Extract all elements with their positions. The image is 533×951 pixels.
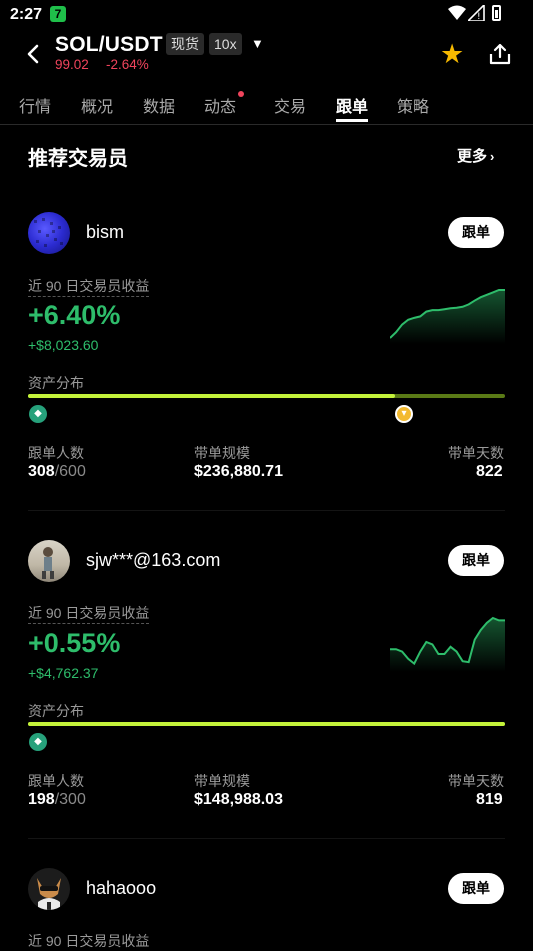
followers-max: /600 (54, 463, 86, 480)
pnl-amount: +$4,762.37 (28, 665, 99, 681)
tab-strategy[interactable]: 策略 (397, 93, 429, 117)
asset-distribution-label: 资产分布 (28, 375, 84, 391)
battery-icon (492, 5, 501, 21)
more-link[interactable]: 更多 › (457, 145, 494, 166)
asset-distribution-label: 资产分布 (28, 703, 84, 719)
pnl-percent: +6.40% (28, 300, 121, 330)
active-tab-indicator (336, 119, 368, 122)
tab-feed[interactable]: 动态 (204, 93, 236, 117)
aum-label: 带单规模 (194, 445, 250, 461)
pnl-label: 近 90 日交易员收益 (28, 603, 150, 624)
market-tabs: 行情 概况 数据 动态 交易 跟单 策略 (0, 88, 533, 125)
pnl-amount: +$8,023.60 (28, 337, 99, 353)
pnl-sparkline (390, 616, 505, 672)
followers-count: 198/300 (28, 791, 86, 809)
divider (28, 510, 505, 511)
status-bar: 2:27 7 ! (0, 0, 533, 30)
price-change: -2.64% (106, 57, 149, 72)
pnl-label: 近 90 日交易员收益 (28, 933, 150, 949)
asset-bar (28, 394, 505, 398)
aum-value: $236,880.71 (194, 463, 283, 480)
sparkline-area (390, 618, 505, 672)
bnb-icon: ▾ (395, 405, 413, 423)
follow-button[interactable]: 跟单 (448, 217, 504, 248)
last-price: 99.02 (55, 57, 89, 72)
chevron-right-icon: › (490, 149, 495, 164)
sparkline-area (390, 290, 505, 344)
usdt-icon: ◆ (29, 733, 47, 751)
tab-market[interactable]: 行情 (19, 93, 51, 117)
section-title: 推荐交易员 (28, 148, 128, 170)
asset-bar (28, 722, 505, 726)
followers-current: 308 (28, 463, 55, 480)
pnl-label: 近 90 日交易员收益 (28, 276, 150, 297)
pnl-percent: +0.55% (28, 628, 121, 658)
trader-name[interactable]: hahaooo (86, 878, 156, 899)
tab-copy-trading[interactable]: 跟单 (336, 93, 368, 117)
usdt-icon: ◆ (29, 405, 47, 423)
follow-button[interactable]: 跟单 (448, 545, 504, 576)
days-value: 822 (476, 463, 503, 480)
trader-avatar[interactable] (28, 212, 70, 254)
tab-data[interactable]: 数据 (143, 93, 175, 117)
trader-avatar[interactable] (28, 868, 70, 910)
asset-bar-primary (28, 394, 396, 398)
tab-trade[interactable]: 交易 (274, 93, 306, 117)
followers-max: /300 (54, 791, 86, 808)
followers-current: 198 (28, 791, 55, 808)
more-label: 更多 (457, 148, 488, 165)
followers-label: 跟单人数 (28, 773, 84, 789)
days-label: 带单天数 (448, 773, 504, 789)
trader-name[interactable]: bism (86, 222, 124, 243)
status-time: 2:27 (10, 6, 43, 23)
back-arrow-icon[interactable] (22, 42, 46, 66)
svg-text:!: ! (477, 12, 481, 21)
signal-icon: ! (468, 5, 485, 21)
days-value: 819 (476, 791, 503, 808)
trader-avatar[interactable] (28, 540, 70, 582)
share-icon[interactable] (488, 42, 512, 66)
leverage-tag: 10x (209, 33, 242, 55)
market-type-tag: 现货 (166, 33, 204, 55)
favorite-star-icon[interactable]: ★ (440, 41, 464, 68)
tab-overview[interactable]: 概况 (81, 93, 113, 117)
aum-value: $148,988.03 (194, 791, 283, 808)
days-label: 带单天数 (448, 445, 504, 461)
followers-count: 308/600 (28, 463, 86, 481)
feed-unread-dot (238, 91, 244, 97)
aum-label: 带单规模 (194, 773, 250, 789)
divider (28, 838, 505, 839)
trader-name[interactable]: sjw***@163.com (86, 550, 220, 571)
pnl-sparkline (390, 289, 505, 344)
followers-label: 跟单人数 (28, 445, 84, 461)
wifi-icon (448, 5, 466, 20)
follow-button[interactable]: 跟单 (448, 873, 504, 904)
app-notification-icon: 7 (50, 6, 66, 22)
asset-bar-primary (28, 722, 505, 726)
pair-dropdown-icon[interactable]: ▼ (251, 36, 264, 51)
pair-title[interactable]: SOL/USDT (55, 33, 163, 57)
